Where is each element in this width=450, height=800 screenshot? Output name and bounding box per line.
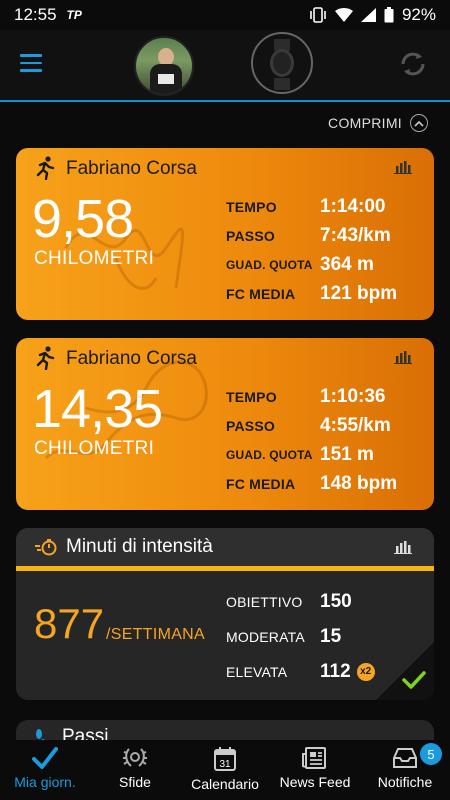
calendar-icon: 31 [214,747,236,771]
activity-distance: 9,58 [32,189,134,249]
intensity-period: /SETTIMANA [106,626,206,643]
checkmark-icon [32,747,58,769]
activity-card[interactable]: Fabriano Corsa 9,58 CHILOMETRI TEMPO 1:14… [16,148,434,320]
notification-badge: 5 [420,743,442,765]
stat-row: OBIETTIVO 150 [226,584,375,619]
stat-label: FC MEDIA [226,285,296,302]
intensity-minutes-card[interactable]: Minuti di intensità 877 /SETTIMANA OBIET… [16,528,434,700]
stat-label: PASSO [226,227,275,244]
stat-label: OBIETTIVO [226,593,303,610]
battery-percent: 92% [401,5,436,24]
stat-label: TEMPO [226,198,277,215]
collapse-button[interactable]: COMPRIMI [328,114,428,132]
menu-button[interactable] [20,54,42,72]
inbox-icon [393,748,417,768]
device-watch-icon[interactable] [251,32,313,94]
activity-title: Fabriano Corsa [66,348,197,369]
chart-icon[interactable] [394,540,412,559]
stat-value: 151 m [320,443,374,465]
card-header: Minuti di intensità [16,528,434,566]
battery-icon [384,7,394,23]
stat-row: TEMPO 1:14:00 [226,192,397,221]
intensity-stats: OBIETTIVO 150 MODERATA 15 ELEVATA 112 x2 [226,584,375,689]
running-icon [34,156,56,185]
stat-label: ELEVATA [226,663,288,680]
distance-unit: CHILOMETRI [34,438,155,459]
stat-row: FC MEDIA 148 bpm [226,469,397,498]
nav-label: Mia giorn. [14,774,76,790]
activity-card[interactable]: Fabriano Corsa 14,35 CHILOMETRI TEMPO 1:1… [16,338,434,510]
stat-value: 7:43/km [320,224,391,246]
stat-row: PASSO 7:43/km [226,221,397,250]
activity-stats: TEMPO 1:10:36 PASSO 4:55/km GUAD. QUOTA 151… [226,382,397,498]
stat-value: 121 bpm [320,282,398,304]
stat-value: 148 bpm [320,472,398,494]
stopwatch-icon [34,538,58,561]
carrier-logo: TP [66,8,82,22]
stat-value: 364 m [320,253,374,275]
avatar[interactable] [134,36,194,96]
intensity-value: 877 [34,600,105,647]
stat-value: 150 [320,590,352,612]
nav-notifications[interactable]: 5 Notifiche [360,740,450,800]
checkmark-icon [402,671,426,694]
multiplier-badge: x2 [356,662,375,681]
card-title: Minuti di intensità [66,536,213,557]
sync-button[interactable] [398,50,428,83]
stat-value: 4:55/km [320,414,391,436]
nav-news-feed[interactable]: News Feed [270,740,360,800]
nav-label: Calendario [191,776,259,792]
nav-my-day[interactable]: Mia giorn. [0,740,90,800]
app-header [0,30,450,102]
laurel-icon [123,748,147,767]
nav-challenges[interactable]: Sfide [90,740,180,800]
stat-row: FC MEDIA 121 bpm [226,279,397,308]
distance-unit: CHILOMETRI [34,248,155,269]
nav-calendar[interactable]: 31 Calendario [180,740,270,800]
stat-label: GUAD. QUOTA [226,257,313,272]
stat-value: 1:10:36 [320,385,386,407]
calendar-day: 31 [219,759,231,770]
stat-label: TEMPO [226,388,277,405]
stat-value: 1:14:00 [320,195,386,217]
stat-label: PASSO [226,417,275,434]
stat-row: GUAD. QUOTA 364 m [226,250,397,279]
nav-label: Sfide [119,774,151,790]
stat-value: 112 [320,660,351,682]
stat-label: MODERATA [226,628,305,645]
stat-row: TEMPO 1:10:36 [226,382,397,411]
chart-icon[interactable] [394,160,412,179]
activity-distance: 14,35 [32,379,163,439]
newspaper-icon [302,747,326,769]
status-icons: 92% [309,5,436,25]
status-time: 12:55 [14,5,57,24]
vibrate-icon [309,7,327,23]
stat-value: 15 [320,625,342,647]
status-bar: 12:55 TP 92% [0,0,450,30]
signal-icon [360,8,376,22]
nav-label: Notifiche [377,774,433,790]
stat-row: MODERATA 15 [226,619,375,654]
chevron-up-icon [410,114,428,132]
hamburger-icon [20,54,42,57]
activity-title: Fabriano Corsa [66,158,197,179]
sync-icon [401,52,425,76]
progress-bar [16,566,434,571]
stat-row: ELEVATA 112 x2 [226,654,375,689]
wifi-icon [334,8,353,22]
chart-icon[interactable] [394,350,412,369]
nav-label: News Feed [279,774,351,790]
stat-row: GUAD. QUOTA 151 m [226,440,397,469]
stat-row: PASSO 4:55/km [226,411,397,440]
stat-label: GUAD. QUOTA [226,447,313,462]
running-icon [34,346,56,375]
bottom-nav: Mia giorn. Sfide 31 Calendario News Feed… [0,740,450,800]
header-divider [0,100,450,102]
activity-stats: TEMPO 1:14:00 PASSO 7:43/km GUAD. QUOTA 364… [226,192,397,308]
stat-label: FC MEDIA [226,475,296,492]
collapse-label: COMPRIMI [328,115,402,131]
